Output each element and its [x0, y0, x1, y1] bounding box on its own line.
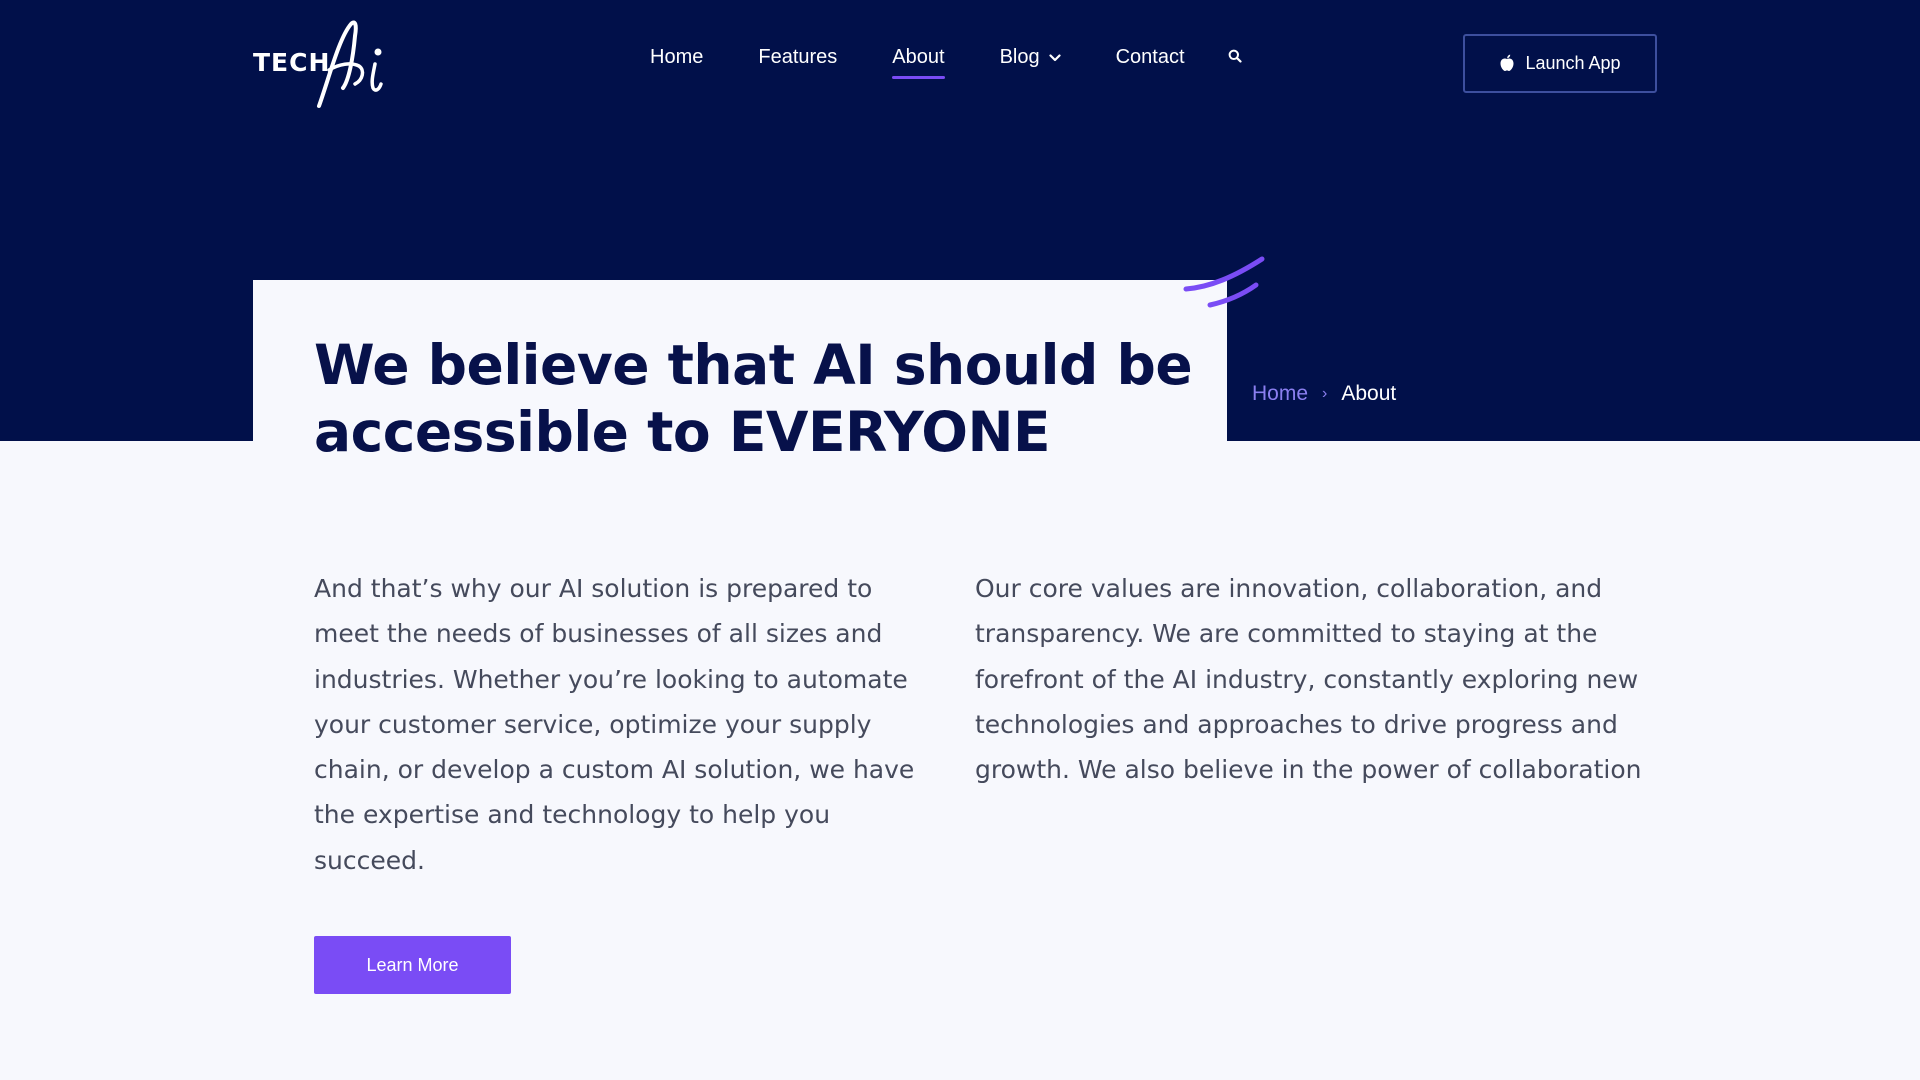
breadcrumb-current: About [1341, 382, 1397, 405]
values-paragraph: Our core values are innovation, collabor… [975, 574, 1642, 785]
launch-app-label: Launch App [1525, 53, 1621, 73]
apple-icon [1500, 54, 1514, 71]
page-title: We believe that AI should be accessible … [314, 333, 1193, 464]
nav-home[interactable]: Home [650, 46, 703, 75]
nav-about[interactable]: About [892, 46, 945, 79]
breadcrumb: Home › About [1252, 382, 1396, 406]
main-nav: Home Features About Blog Contact [650, 46, 1242, 79]
launch-app-button[interactable]: Launch App [1463, 34, 1657, 93]
site-logo[interactable]: TECH [253, 18, 393, 110]
nav-blog[interactable]: Blog [1000, 46, 1061, 75]
logo-script-mark [317, 20, 383, 108]
nav-about-label: About [892, 46, 945, 68]
decorative-swoosh [1183, 256, 1265, 308]
nav-contact-label: Contact [1115, 46, 1185, 68]
search-button[interactable] [1228, 49, 1242, 68]
nav-blog-label: Blog [999, 46, 1040, 68]
nav-features-label: Features [758, 46, 838, 68]
intro-paragraph: And that’s why our AI solution is prepar… [314, 574, 915, 875]
chevron-down-icon [1048, 53, 1061, 61]
search-icon [1228, 49, 1242, 63]
nav-features[interactable]: Features [758, 46, 837, 75]
learn-more-button[interactable]: Learn More [314, 936, 511, 994]
breadcrumb-home-link[interactable]: Home [1252, 382, 1308, 406]
nav-contact[interactable]: Contact [1116, 46, 1185, 75]
nav-home-label: Home [650, 46, 704, 68]
breadcrumb-separator: › [1322, 385, 1328, 402]
title-card: We believe that AI should be accessible … [253, 280, 1227, 480]
